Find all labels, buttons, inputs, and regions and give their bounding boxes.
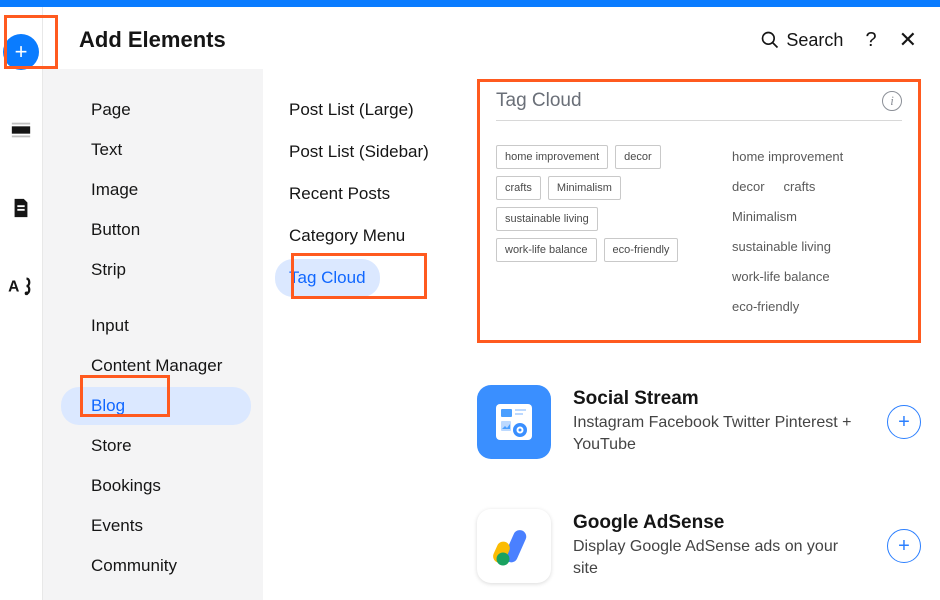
help-button[interactable]: ? [865,29,876,52]
tag-text: home improvement [732,145,843,168]
app-card-google-adsense: Google AdSense Display Google AdSense ad… [477,497,921,595]
category-button[interactable]: Button [61,211,251,249]
add-google-adsense-button[interactable]: + [887,529,921,563]
google-adsense-icon [477,509,551,583]
app-name: Social Stream [573,388,865,410]
subcategory-tag-cloud[interactable]: Tag Cloud [275,259,380,297]
search-icon [760,30,780,50]
subcategory-recent-posts[interactable]: Recent Posts [275,175,404,213]
subcategory-category-menu[interactable]: Category Menu [275,217,419,255]
tag-pill: work-life balance [496,238,597,262]
design-icon: A [7,275,35,297]
tag-pill: home improvement [496,145,608,169]
tag-pill: eco-friendly [604,238,679,262]
category-store[interactable]: Store [61,427,251,465]
tag-text: Minimalism [732,205,797,228]
tag-cloud-preview-plain[interactable]: home improvement decor crafts Minimalism sus… [732,145,902,318]
left-rail: + A [0,7,42,600]
search-label: Search [786,30,843,51]
category-bookings[interactable]: Bookings [61,467,251,505]
subcategory-column: Post List (Large) Post List (Sidebar) Rece… [263,69,463,600]
category-strip[interactable]: Strip [61,251,251,289]
page-icon [10,197,32,219]
category-blog[interactable]: Blog [61,387,251,425]
sections-icon [10,119,32,141]
category-input[interactable]: Input [61,307,251,345]
section-title: Tag Cloud [496,90,582,112]
category-text[interactable]: Text [61,131,251,169]
category-column: PageTextImageButtonStrip InputContent Ma… [43,69,263,600]
close-button[interactable]: ✕ [899,29,917,51]
svg-text:A: A [8,279,19,296]
panel-title: Add Elements [79,27,226,53]
panel-header: Add Elements Search ? ✕ [43,7,940,69]
app-desc: Display Google AdSense ads on your site [573,536,865,579]
tag-cloud-preview-bordered[interactable]: home improvement decor crafts Minimalism sus… [496,145,696,318]
tag-pill: Minimalism [548,176,621,200]
subcategory-post-list-large-[interactable]: Post List (Large) [275,91,428,129]
add-social-stream-button[interactable]: + [887,405,921,439]
category-image[interactable]: Image [61,171,251,209]
app-desc: Instagram Facebook Twitter Pinterest + Y… [573,412,865,455]
app-name: Google AdSense [573,512,865,534]
category-events[interactable]: Events [61,507,251,545]
tag-pill: decor [615,145,661,169]
rail-pages-button[interactable] [0,187,42,229]
tag-pill: crafts [496,176,541,200]
category-community[interactable]: Community [61,547,251,585]
tag-cloud-section: Tag Cloud i home improvement decor crafts M… [477,79,921,343]
rail-sections-button[interactable] [0,109,42,151]
rail-design-button[interactable]: A [0,265,42,307]
tag-text: decor [732,175,765,198]
info-icon[interactable]: i [882,91,902,111]
plus-icon: + [3,34,39,70]
content-column: Tag Cloud i home improvement decor crafts M… [463,69,940,600]
tag-pill: sustainable living [496,207,598,231]
subcategory-post-list-sidebar-[interactable]: Post List (Sidebar) [275,133,443,171]
category-content-manager[interactable]: Content Manager [61,347,251,385]
social-stream-icon [477,385,551,459]
top-accent-bar [0,0,940,7]
search-button[interactable]: Search [760,30,843,51]
rail-add-button[interactable]: + [0,31,42,73]
tag-text: work-life balance [732,265,830,288]
tag-text: crafts [784,175,816,198]
tag-text: sustainable living [732,235,831,258]
category-page[interactable]: Page [61,91,251,129]
app-card-social-stream: Social Stream Instagram Facebook Twitter… [477,373,921,471]
tag-text: eco-friendly [732,295,799,318]
